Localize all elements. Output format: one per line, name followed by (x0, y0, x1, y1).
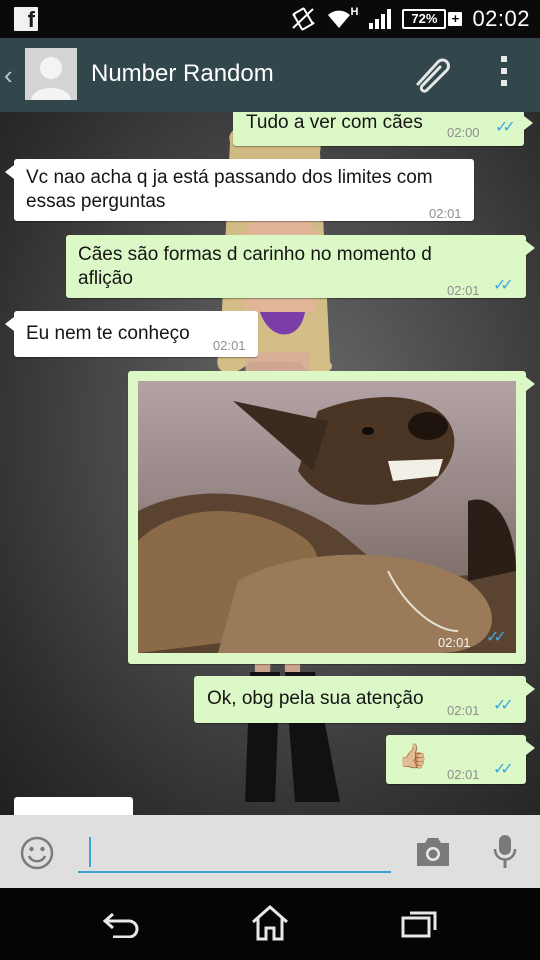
message-time: 02:01 (429, 206, 462, 221)
back-icon[interactable] (101, 908, 141, 943)
message-time: 02:01 (213, 338, 246, 353)
recent-apps-icon[interactable] (401, 908, 439, 945)
wifi-icon (326, 8, 352, 30)
contact-avatar[interactable] (25, 48, 77, 100)
message-text: Ok, obg pela sua atenção (207, 688, 424, 709)
network-type-label: H (350, 6, 359, 18)
message-time: 02:00 (447, 125, 480, 140)
message-bubble-incoming-partial[interactable] (14, 797, 133, 815)
dog-photo[interactable]: 02:01 ✓✓ (138, 381, 516, 653)
message-bubble-incoming[interactable]: Vc nao acha q ja está passando dos limit… (5, 159, 474, 221)
paperclip-icon[interactable] (410, 54, 454, 99)
default-avatar-icon (25, 48, 77, 100)
message-bubble-outgoing[interactable]: Tudo a ver com cães 02:00 ✓✓ (233, 112, 533, 146)
microphone-icon[interactable] (492, 833, 518, 876)
message-text: Eu nem te conheço (26, 323, 190, 344)
compose-bar (0, 815, 540, 888)
read-receipt-icon: ✓✓ (493, 761, 514, 778)
message-time: 02:01 (438, 635, 471, 650)
status-indicators: H 72% + 02:02 (290, 4, 530, 34)
photo-message-bubble[interactable]: 02:01 ✓✓ (128, 371, 535, 664)
signal-strength-icon (368, 8, 392, 30)
message-input[interactable] (78, 829, 391, 873)
read-receipt-icon: ✓✓ (486, 629, 507, 646)
charging-icon: + (448, 12, 463, 26)
status-bar: f H 72% + 02:02 (0, 0, 540, 38)
message-time: 02:01 (447, 283, 480, 298)
home-icon[interactable] (249, 904, 291, 947)
message-bubble-outgoing[interactable]: Cães são formas d carinho no momento d a… (66, 235, 535, 298)
message-bubble-incoming[interactable]: Eu nem te conheço 02:01 (5, 311, 258, 357)
overflow-menu-icon[interactable] (498, 56, 510, 92)
emoji-icon[interactable] (19, 835, 55, 876)
camera-icon[interactable] (414, 835, 452, 874)
battery-icon: 72% (402, 9, 447, 29)
system-nav-bar (0, 888, 540, 960)
message-text: Vc nao acha q ja está passando dos limit… (26, 167, 433, 212)
read-receipt-icon: ✓✓ (493, 277, 514, 294)
message-text: Cães são formas d carinho no momento d a… (78, 244, 432, 289)
battery-indicator: 72% + (402, 9, 463, 29)
conversation-view[interactable]: Tudo a ver com cães 02:00 ✓✓ Vc nao acha… (0, 112, 540, 815)
message-time: 02:01 (447, 767, 480, 782)
message-time: 02:01 (447, 703, 480, 718)
status-clock: 02:02 (472, 6, 530, 31)
facebook-notification-icon: f (14, 7, 38, 32)
contact-name[interactable]: Number Random (91, 60, 274, 88)
vibrate-icon (290, 6, 316, 32)
read-receipt-icon: ✓✓ (493, 697, 514, 714)
thumbs-up-emoji: 👍🏼 (398, 743, 428, 770)
message-text: Tudo a ver com cães (246, 112, 423, 133)
back-button[interactable]: ‹ (4, 60, 13, 91)
message-bubble-outgoing[interactable]: 👍🏼 02:01 ✓✓ (386, 735, 535, 784)
read-receipt-icon: ✓✓ (495, 119, 516, 136)
battery-percent: 72% (411, 11, 438, 26)
message-bubble-outgoing[interactable]: Ok, obg pela sua atenção 02:01 ✓✓ (194, 676, 535, 723)
text-cursor (89, 837, 91, 867)
chat-header: ‹ Number Random (0, 38, 540, 112)
